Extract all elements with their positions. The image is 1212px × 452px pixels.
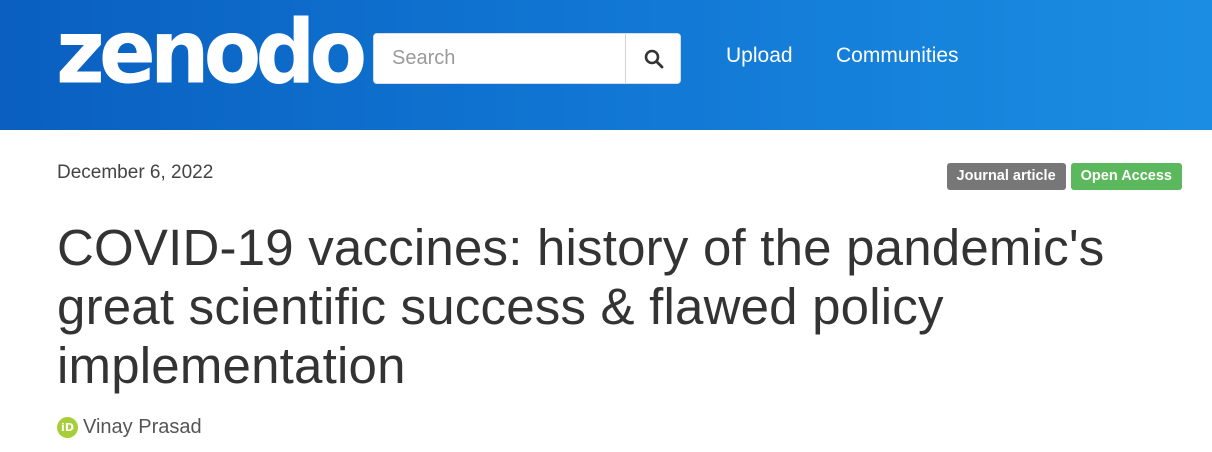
- zenodo-logo[interactable]: zenodo: [56, 8, 367, 96]
- author-name: Vinay Prasad: [83, 416, 202, 438]
- search-form: [373, 33, 681, 84]
- search-input[interactable]: [374, 34, 625, 83]
- orcid-icon[interactable]: iD: [57, 417, 78, 438]
- record-badges: Journal article Open Access: [946, 163, 1182, 190]
- search-icon: [644, 49, 663, 68]
- nav-upload-link[interactable]: Upload: [726, 44, 793, 68]
- author-entry: iD Vinay Prasad: [57, 416, 202, 439]
- resource-type-badge[interactable]: Journal article: [946, 163, 1066, 190]
- search-button[interactable]: [625, 34, 680, 83]
- record-title: COVID-19 vaccines: history of the pandem…: [57, 219, 1105, 394]
- access-right-badge[interactable]: Open Access: [1070, 163, 1182, 190]
- top-navbar: zenodo Upload Communities: [0, 0, 1212, 130]
- publication-date: December 6, 2022: [57, 162, 214, 183]
- nav-communities-link[interactable]: Communities: [836, 44, 959, 68]
